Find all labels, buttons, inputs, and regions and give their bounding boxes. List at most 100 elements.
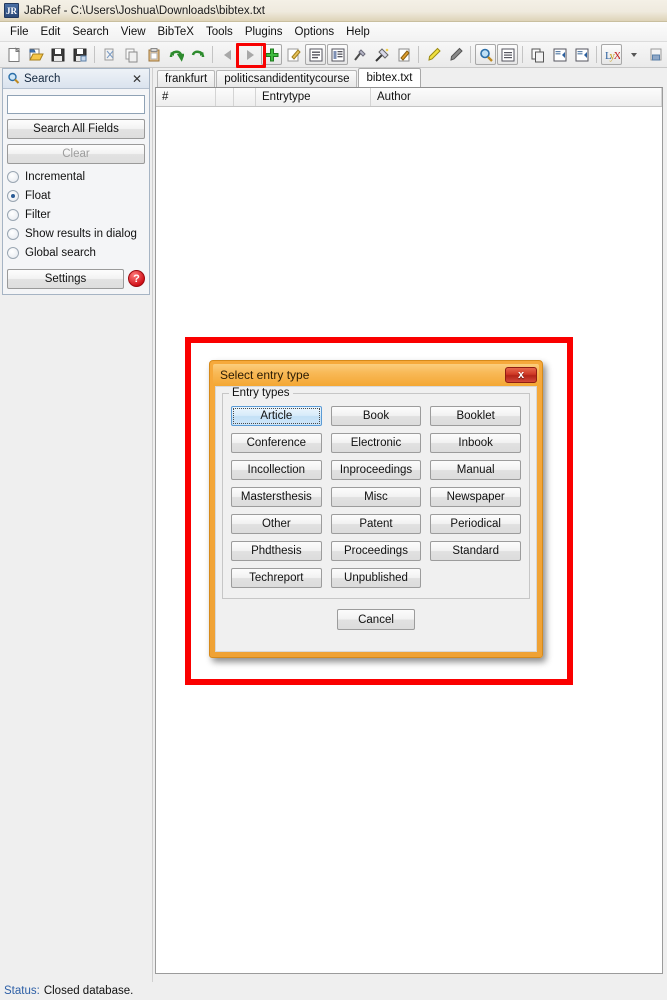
- tab-politicsandidentitycourse[interactable]: politicsandidentitycourse: [216, 70, 358, 87]
- entry-type-standard[interactable]: Standard: [430, 541, 521, 561]
- menu-item-tools[interactable]: Tools: [200, 24, 239, 40]
- print-icon[interactable]: [645, 44, 666, 65]
- search-icon[interactable]: [475, 44, 496, 65]
- settings-row: Settings ?: [7, 268, 145, 289]
- new-entry-icon[interactable]: [261, 44, 282, 65]
- window-title: JabRef - C:\Users\Joshua\Downloads\bibte…: [24, 4, 265, 17]
- open-folder-icon[interactable]: [25, 44, 46, 65]
- search-panel: Search ✕ Search All Fields Clear Increme…: [2, 68, 150, 295]
- import-icon[interactable]: [549, 44, 570, 65]
- menu-item-options[interactable]: Options: [289, 24, 341, 40]
- preview-icon[interactable]: [305, 44, 326, 65]
- lyx-icon[interactable]: LyX: [601, 44, 622, 65]
- entry-type-incollection[interactable]: Incollection: [231, 460, 322, 480]
- help-icon[interactable]: ?: [128, 270, 145, 287]
- entry-type-techreport[interactable]: Techreport: [231, 568, 322, 588]
- clear-button[interactable]: Clear: [7, 143, 145, 164]
- database-tabstrip: frankfurt politicsandidentitycourse bibt…: [155, 68, 663, 87]
- menu-item-view[interactable]: View: [115, 24, 152, 40]
- dialog-title: Select entry type: [220, 368, 310, 382]
- entry-type-inproceedings[interactable]: Inproceedings: [330, 460, 422, 480]
- radio-option-incremental[interactable]: Incremental: [7, 170, 145, 183]
- write-xmp-icon[interactable]: [393, 44, 414, 65]
- search-all-fields-button[interactable]: Search All Fields: [7, 118, 145, 139]
- entry-type-unpublished[interactable]: Unpublished: [330, 568, 422, 588]
- entry-type-misc[interactable]: Misc: [330, 487, 422, 507]
- undo-icon[interactable]: [165, 44, 186, 65]
- column-header-author[interactable]: Author: [371, 88, 662, 106]
- copy-icon[interactable]: [121, 44, 142, 65]
- main-toolbar: LyX: [0, 42, 667, 68]
- entry-type-patent[interactable]: Patent: [330, 514, 422, 534]
- cut-icon[interactable]: [99, 44, 120, 65]
- redo-icon[interactable]: [187, 44, 208, 65]
- table-view-icon[interactable]: [327, 44, 348, 65]
- chevron-down-icon[interactable]: [623, 44, 644, 65]
- jabref-window: JR JabRef - C:\Users\Joshua\Downloads\bi…: [0, 0, 667, 1000]
- radio-option-float[interactable]: Float: [7, 189, 145, 202]
- column-header-icon-1[interactable]: [216, 88, 234, 106]
- wizard-icon[interactable]: [371, 44, 392, 65]
- entry-type-mastersthesis[interactable]: Mastersthesis: [231, 487, 322, 507]
- entry-type-conference[interactable]: Conference: [231, 433, 322, 453]
- tab-frankfurt[interactable]: frankfurt: [157, 70, 216, 87]
- entry-type-newspaper[interactable]: Newspaper: [430, 487, 521, 507]
- toolbar-separator-6: [596, 46, 597, 63]
- highlight-icon[interactable]: [423, 44, 444, 65]
- radio-incremental-label: Incremental: [25, 170, 86, 183]
- select-entry-type-dialog: Select entry type x Entry types Article …: [209, 360, 543, 658]
- entry-types-legend: Entry types: [229, 387, 293, 399]
- paste-icon[interactable]: [143, 44, 164, 65]
- back-icon[interactable]: [217, 44, 238, 65]
- entry-types-grid: Article Book Booklet Conference Electron…: [231, 406, 521, 588]
- entry-type-electronic[interactable]: Electronic: [330, 433, 422, 453]
- entry-type-proceedings[interactable]: Proceedings: [330, 541, 422, 561]
- edit-entry-icon[interactable]: [283, 44, 304, 65]
- marker-icon[interactable]: [445, 44, 466, 65]
- toolbar-separator-4: [470, 46, 471, 63]
- search-input[interactable]: [7, 94, 145, 114]
- search-panel-header: Search ✕: [3, 69, 149, 89]
- radio-option-global-search[interactable]: Global search: [7, 246, 145, 259]
- cleanup-icon[interactable]: [349, 44, 370, 65]
- settings-button[interactable]: Settings: [7, 268, 124, 289]
- entry-type-article[interactable]: Article: [231, 406, 322, 426]
- menu-item-bibtex[interactable]: BibTeX: [152, 24, 200, 40]
- menu-item-edit[interactable]: Edit: [35, 24, 67, 40]
- toggle-groups-icon[interactable]: [497, 44, 518, 65]
- magnifier-icon: [8, 72, 20, 84]
- radio-option-filter[interactable]: Filter: [7, 208, 145, 221]
- radio-global-search-indicator: [7, 246, 19, 259]
- entry-type-other[interactable]: Other: [231, 514, 322, 534]
- duplicate-icon[interactable]: [527, 44, 548, 65]
- entry-type-booklet[interactable]: Booklet: [430, 406, 521, 426]
- menu-item-plugins[interactable]: Plugins: [239, 24, 289, 40]
- toolbar-separator-3: [418, 46, 419, 63]
- entry-type-manual[interactable]: Manual: [430, 460, 521, 480]
- close-icon[interactable]: x: [505, 367, 537, 383]
- toolbar-separator: [94, 46, 95, 63]
- cancel-button[interactable]: Cancel: [337, 609, 415, 630]
- column-header-icon-2[interactable]: [234, 88, 256, 106]
- search-panel-title: Search: [24, 72, 61, 85]
- column-header-number[interactable]: #: [156, 88, 216, 106]
- close-icon[interactable]: ✕: [129, 72, 145, 86]
- forward-icon[interactable]: [239, 44, 260, 65]
- radio-show-results-indicator: [7, 227, 19, 240]
- tab-bibtex-txt[interactable]: bibtex.txt: [358, 68, 421, 87]
- menu-item-search[interactable]: Search: [66, 24, 114, 40]
- menu-item-help[interactable]: Help: [340, 24, 376, 40]
- save-as-icon[interactable]: [69, 44, 90, 65]
- entry-type-periodical[interactable]: Periodical: [430, 514, 521, 534]
- new-file-icon[interactable]: [3, 44, 24, 65]
- dialog-client-area: Entry types Article Book Booklet Confere…: [215, 386, 537, 652]
- save-icon[interactable]: [47, 44, 68, 65]
- menu-item-file[interactable]: File: [4, 24, 35, 40]
- column-header-entrytype[interactable]: Entrytype: [256, 88, 371, 106]
- entry-type-book[interactable]: Book: [330, 406, 422, 426]
- radio-option-show-results-in-dialog[interactable]: Show results in dialog: [7, 227, 145, 240]
- export-icon[interactable]: [571, 44, 592, 65]
- entry-type-inbook[interactable]: Inbook: [430, 433, 521, 453]
- radio-global-search-label: Global search: [25, 246, 96, 259]
- entry-type-phdthesis[interactable]: Phdthesis: [231, 541, 322, 561]
